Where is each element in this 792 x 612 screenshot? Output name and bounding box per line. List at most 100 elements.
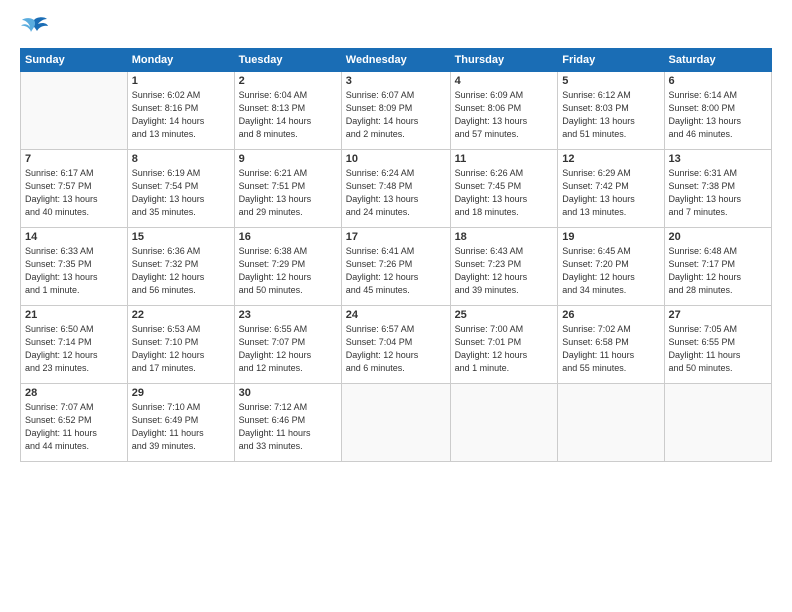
- day-info: Sunrise: 6:14 AM Sunset: 8:00 PM Dayligh…: [669, 89, 767, 141]
- day-info: Sunrise: 6:38 AM Sunset: 7:29 PM Dayligh…: [239, 245, 337, 297]
- logo-icon: [20, 16, 48, 40]
- day-number: 13: [669, 153, 767, 165]
- calendar-day-cell: 6 Sunrise: 6:14 AM Sunset: 8:00 PM Daylig…: [664, 72, 771, 150]
- day-number: 15: [132, 231, 230, 243]
- day-info: Sunrise: 6:55 AM Sunset: 7:07 PM Dayligh…: [239, 323, 337, 375]
- day-number: 5: [562, 75, 659, 87]
- calendar-day-cell: 17 Sunrise: 6:41 AM Sunset: 7:26 PM Dayli…: [341, 228, 450, 306]
- day-info: Sunrise: 7:02 AM Sunset: 6:58 PM Dayligh…: [562, 323, 659, 375]
- calendar-day-cell: 4 Sunrise: 6:09 AM Sunset: 8:06 PM Daylig…: [450, 72, 558, 150]
- day-info: Sunrise: 6:07 AM Sunset: 8:09 PM Dayligh…: [346, 89, 446, 141]
- day-number: 2: [239, 75, 337, 87]
- day-number: 21: [25, 309, 123, 321]
- day-info: Sunrise: 6:41 AM Sunset: 7:26 PM Dayligh…: [346, 245, 446, 297]
- day-info: Sunrise: 6:24 AM Sunset: 7:48 PM Dayligh…: [346, 167, 446, 219]
- calendar-week-row: 1 Sunrise: 6:02 AM Sunset: 8:16 PM Daylig…: [21, 72, 772, 150]
- calendar-day-cell: 3 Sunrise: 6:07 AM Sunset: 8:09 PM Daylig…: [341, 72, 450, 150]
- day-info: Sunrise: 7:00 AM Sunset: 7:01 PM Dayligh…: [455, 323, 554, 375]
- calendar-day-cell: 21Sunrise: 6:50 AM Sunset: 7:14 PM Dayli…: [21, 306, 128, 384]
- calendar-day-cell: 24 Sunrise: 6:57 AM Sunset: 7:04 PM Dayli…: [341, 306, 450, 384]
- day-number: 29: [132, 387, 230, 399]
- calendar-day-cell: 26 Sunrise: 7:02 AM Sunset: 6:58 PM Dayli…: [558, 306, 664, 384]
- day-number: 26: [562, 309, 659, 321]
- day-number: 17: [346, 231, 446, 243]
- day-number: 27: [669, 309, 767, 321]
- calendar-day-cell: [450, 384, 558, 462]
- day-number: 19: [562, 231, 659, 243]
- calendar-week-row: 21Sunrise: 6:50 AM Sunset: 7:14 PM Dayli…: [21, 306, 772, 384]
- day-of-week-header: Sunday: [21, 49, 128, 72]
- day-number: 1: [132, 75, 230, 87]
- day-number: 18: [455, 231, 554, 243]
- day-info: Sunrise: 6:36 AM Sunset: 7:32 PM Dayligh…: [132, 245, 230, 297]
- calendar-day-cell: [664, 384, 771, 462]
- calendar-table: SundayMondayTuesdayWednesdayThursdayFrid…: [20, 48, 772, 462]
- calendar-header: SundayMondayTuesdayWednesdayThursdayFrid…: [21, 49, 772, 72]
- day-number: 8: [132, 153, 230, 165]
- day-info: Sunrise: 6:31 AM Sunset: 7:38 PM Dayligh…: [669, 167, 767, 219]
- day-number: 6: [669, 75, 767, 87]
- day-of-week-header: Friday: [558, 49, 664, 72]
- day-number: 24: [346, 309, 446, 321]
- calendar-day-cell: 8 Sunrise: 6:19 AM Sunset: 7:54 PM Daylig…: [127, 150, 234, 228]
- calendar-body: 1 Sunrise: 6:02 AM Sunset: 8:16 PM Daylig…: [21, 72, 772, 462]
- day-number: 30: [239, 387, 337, 399]
- header: [20, 16, 772, 40]
- day-number: 20: [669, 231, 767, 243]
- day-info: Sunrise: 6:53 AM Sunset: 7:10 PM Dayligh…: [132, 323, 230, 375]
- day-of-week-header: Wednesday: [341, 49, 450, 72]
- calendar-day-cell: 1 Sunrise: 6:02 AM Sunset: 8:16 PM Daylig…: [127, 72, 234, 150]
- calendar-week-row: 7Sunrise: 6:17 AM Sunset: 7:57 PM Daylig…: [21, 150, 772, 228]
- day-of-week-header: Tuesday: [234, 49, 341, 72]
- calendar-week-row: 14Sunrise: 6:33 AM Sunset: 7:35 PM Dayli…: [21, 228, 772, 306]
- calendar-day-cell: 15 Sunrise: 6:36 AM Sunset: 7:32 PM Dayli…: [127, 228, 234, 306]
- day-number: 4: [455, 75, 554, 87]
- day-info: Sunrise: 6:21 AM Sunset: 7:51 PM Dayligh…: [239, 167, 337, 219]
- day-number: 7: [25, 153, 123, 165]
- calendar-day-cell: [558, 384, 664, 462]
- day-number: 16: [239, 231, 337, 243]
- day-info: Sunrise: 6:09 AM Sunset: 8:06 PM Dayligh…: [455, 89, 554, 141]
- day-info: Sunrise: 6:26 AM Sunset: 7:45 PM Dayligh…: [455, 167, 554, 219]
- calendar-day-cell: 11 Sunrise: 6:26 AM Sunset: 7:45 PM Dayli…: [450, 150, 558, 228]
- calendar-day-cell: 18 Sunrise: 6:43 AM Sunset: 7:23 PM Dayli…: [450, 228, 558, 306]
- day-number: 3: [346, 75, 446, 87]
- calendar-day-cell: 27 Sunrise: 7:05 AM Sunset: 6:55 PM Dayli…: [664, 306, 771, 384]
- day-info: Sunrise: 6:04 AM Sunset: 8:13 PM Dayligh…: [239, 89, 337, 141]
- calendar-day-cell: 2 Sunrise: 6:04 AM Sunset: 8:13 PM Daylig…: [234, 72, 341, 150]
- day-number: 25: [455, 309, 554, 321]
- day-info: Sunrise: 6:19 AM Sunset: 7:54 PM Dayligh…: [132, 167, 230, 219]
- day-info: Sunrise: 6:57 AM Sunset: 7:04 PM Dayligh…: [346, 323, 446, 375]
- calendar-day-cell: 9 Sunrise: 6:21 AM Sunset: 7:51 PM Daylig…: [234, 150, 341, 228]
- day-info: Sunrise: 7:07 AM Sunset: 6:52 PM Dayligh…: [25, 401, 123, 453]
- day-info: Sunrise: 7:10 AM Sunset: 6:49 PM Dayligh…: [132, 401, 230, 453]
- day-number: 9: [239, 153, 337, 165]
- calendar-day-cell: 25 Sunrise: 7:00 AM Sunset: 7:01 PM Dayli…: [450, 306, 558, 384]
- day-info: Sunrise: 6:48 AM Sunset: 7:17 PM Dayligh…: [669, 245, 767, 297]
- day-number: 22: [132, 309, 230, 321]
- calendar-day-cell: 10 Sunrise: 6:24 AM Sunset: 7:48 PM Dayli…: [341, 150, 450, 228]
- day-info: Sunrise: 7:12 AM Sunset: 6:46 PM Dayligh…: [239, 401, 337, 453]
- logo: [20, 16, 52, 40]
- day-of-week-header: Thursday: [450, 49, 558, 72]
- header-row: SundayMondayTuesdayWednesdayThursdayFrid…: [21, 49, 772, 72]
- day-info: Sunrise: 6:43 AM Sunset: 7:23 PM Dayligh…: [455, 245, 554, 297]
- day-number: 14: [25, 231, 123, 243]
- day-number: 23: [239, 309, 337, 321]
- calendar-day-cell: [21, 72, 128, 150]
- calendar-day-cell: 22 Sunrise: 6:53 AM Sunset: 7:10 PM Dayli…: [127, 306, 234, 384]
- day-number: 11: [455, 153, 554, 165]
- day-info: Sunrise: 6:02 AM Sunset: 8:16 PM Dayligh…: [132, 89, 230, 141]
- calendar-day-cell: 29 Sunrise: 7:10 AM Sunset: 6:49 PM Dayli…: [127, 384, 234, 462]
- day-of-week-header: Saturday: [664, 49, 771, 72]
- day-number: 28: [25, 387, 123, 399]
- calendar-day-cell: 5Sunrise: 6:12 AM Sunset: 8:03 PM Daylig…: [558, 72, 664, 150]
- calendar-day-cell: 12Sunrise: 6:29 AM Sunset: 7:42 PM Dayli…: [558, 150, 664, 228]
- calendar-day-cell: 7Sunrise: 6:17 AM Sunset: 7:57 PM Daylig…: [21, 150, 128, 228]
- day-info: Sunrise: 6:45 AM Sunset: 7:20 PM Dayligh…: [562, 245, 659, 297]
- calendar-day-cell: [341, 384, 450, 462]
- day-number: 10: [346, 153, 446, 165]
- calendar-week-row: 28 Sunrise: 7:07 AM Sunset: 6:52 PM Dayli…: [21, 384, 772, 462]
- day-info: Sunrise: 7:05 AM Sunset: 6:55 PM Dayligh…: [669, 323, 767, 375]
- calendar-day-cell: 19 Sunrise: 6:45 AM Sunset: 7:20 PM Dayli…: [558, 228, 664, 306]
